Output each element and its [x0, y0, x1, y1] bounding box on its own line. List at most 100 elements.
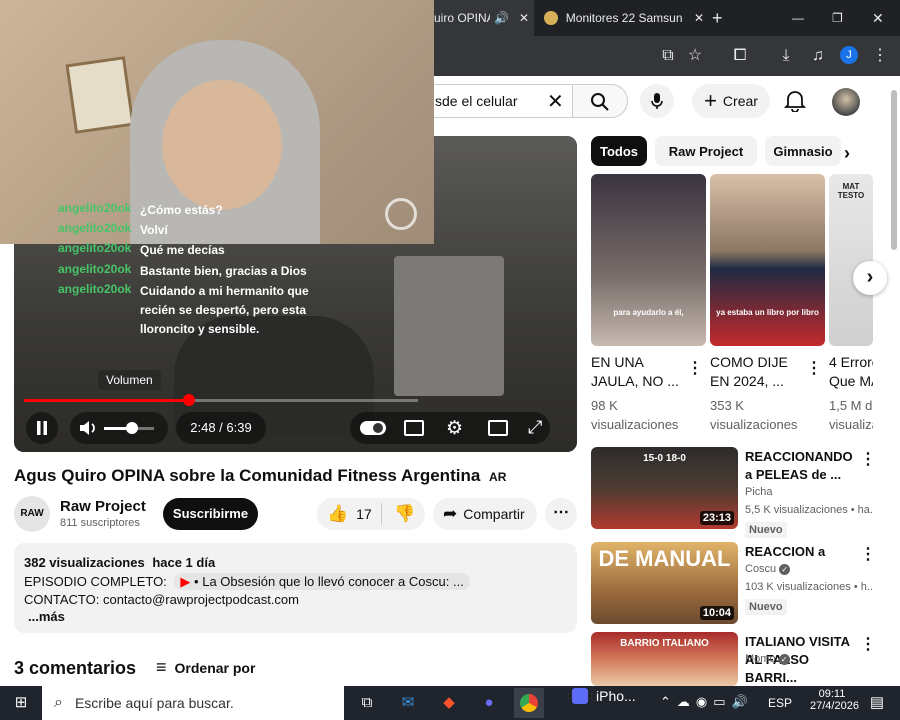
chat-text: Volví [140, 223, 168, 237]
chip-todos[interactable]: Todos [591, 136, 647, 166]
create-button[interactable]: + Crear [692, 84, 770, 118]
short-thumbnail[interactable]: ya estaba un libro por libro [710, 174, 825, 346]
episode-link[interactable]: ▶ • La Obsesión que lo llevó conocer a C… [174, 573, 470, 590]
video-channel[interactable]: Coscu ✓ [745, 563, 791, 575]
volume-knob[interactable] [125, 422, 138, 434]
subscribe-button[interactable]: Suscribirme [163, 498, 258, 530]
like-button[interactable]: 👍 17 [317, 504, 381, 524]
pause-button[interactable] [26, 412, 58, 444]
maximize-button[interactable]: ❐ [832, 0, 843, 36]
tab-close-icon[interactable]: ✕ [694, 11, 704, 25]
chips-next-arrow-icon[interactable]: › [844, 143, 850, 164]
chip-gimnasio[interactable]: Gimnasio [765, 136, 841, 166]
video-title[interactable]: REACCION a [745, 543, 855, 561]
bookmark-star-icon[interactable]: ☆ [683, 44, 707, 68]
short-thumbnail[interactable]: para ayudarlo a él, [591, 174, 706, 346]
share-button[interactable]: ➦ Compartir [433, 498, 537, 530]
minimize-button[interactable]: — [792, 0, 804, 36]
chrome-menu-icon[interactable]: ⋮ [868, 44, 892, 68]
subtitles-icon[interactable] [404, 420, 424, 436]
tab-title: Monitores 22 Samsun [565, 11, 683, 25]
short-menu-icon[interactable]: ⋮ [687, 358, 703, 378]
fullscreen-icon[interactable]: ⤢ [528, 417, 542, 438]
tab-monitores[interactable]: Monitores 22 Samsun ✕ [544, 0, 704, 36]
comments-count: 3 comentarios [14, 658, 137, 678]
video-title: Agus Quiro OPINA sobre la Comunidad Fitn… [14, 466, 507, 485]
video-menu-icon[interactable]: ⋮ [860, 449, 876, 469]
user-avatar[interactable] [832, 88, 860, 116]
shorts-next-button[interactable]: › [853, 261, 887, 295]
short-caption: MAT TESTO [837, 182, 865, 200]
short-caption: ya estaba un libro por libro [716, 308, 819, 317]
show-more-link[interactable]: ...más [28, 609, 65, 624]
progress-bar[interactable] [24, 399, 418, 402]
miniplayer-icon[interactable] [488, 420, 508, 436]
dislike-button[interactable]: 👎 [382, 504, 415, 524]
discord-icon[interactable]: ● [474, 688, 504, 718]
video-menu-icon[interactable]: ⋮ [860, 544, 876, 564]
video-menu-icon[interactable]: ⋮ [860, 634, 876, 654]
short-views: 98 K [591, 398, 618, 413]
video-meta: 5,5 K visualizaciones • ha... [745, 504, 873, 516]
system-tray-icons[interactable]: ⌃☁◉▭🔊 [660, 694, 754, 710]
taskbar-search[interactable]: ⌕ Escribe aquí para buscar. [42, 686, 344, 720]
tab-title: uiro OPINA [434, 11, 490, 25]
autoplay-toggle[interactable] [360, 421, 386, 435]
volume-control[interactable] [70, 412, 168, 444]
short-info[interactable]: COMO DIJE EN 2024, ... 353 Kvisualizacione… [710, 353, 800, 434]
chat-username: angelito20ok [58, 262, 132, 276]
tab-close-icon[interactable]: ✕ [519, 11, 529, 25]
iphone-app-taskbar[interactable]: iPho... [572, 688, 636, 704]
description-box[interactable]: 382 visualizaciones hace 1 día EPISODIO … [14, 543, 577, 633]
chrome-taskbar-icon[interactable] [514, 688, 544, 718]
short-info[interactable]: EN UNA JAULA, NO ... 98 Kvisualizaciones [591, 353, 681, 434]
new-badge: Nuevo [745, 522, 787, 538]
profile-avatar[interactable]: J [840, 46, 858, 64]
short-menu-icon[interactable]: ⋮ [806, 358, 822, 378]
brave-icon[interactable]: ◆ [434, 688, 464, 718]
short-info[interactable]: 4 ErroreQue MA1,5 M devisualiza [829, 353, 873, 434]
notifications-bell-icon[interactable] [783, 88, 808, 114]
video-channel[interactable]: Momo ✓ [745, 653, 790, 665]
video-channel[interactable]: Picha [745, 486, 773, 498]
media-control-icon[interactable]: ♫ [806, 44, 830, 68]
video-title[interactable]: REACCIONANDO a PELEAS de ... [745, 448, 855, 484]
search-icon: ⌕ [54, 694, 63, 711]
channel-name[interactable]: Raw Project [60, 498, 146, 515]
speaker-icon[interactable]: 🔊 [494, 11, 509, 25]
voice-search-button[interactable] [640, 84, 674, 118]
close-window-button[interactable]: ✕ [872, 0, 884, 36]
video-thumbnail[interactable]: BARRIO ITALIANO [591, 632, 738, 686]
clear-search-icon[interactable]: ✕ [547, 89, 564, 114]
short-thumbnail[interactable]: MAT TESTO [829, 174, 873, 346]
chip-raw-project[interactable]: Raw Project [655, 136, 757, 166]
clock[interactable]: 09:11 27/4/2026 [810, 688, 859, 712]
video-thumbnail[interactable]: 15-0 18-0 23:13 [591, 447, 738, 529]
filter-chips: Todos Raw Project Gimnasio [591, 136, 841, 166]
channel-avatar[interactable]: RAW [14, 496, 50, 532]
video-thumbnail[interactable]: DE MANUAL 10:04 [591, 542, 738, 624]
extensions-icon[interactable]: ⧠ [728, 44, 752, 68]
description-contact: CONTACTO: contacto@rawprojectpodcast.com [24, 592, 299, 607]
new-tab-button[interactable]: + [712, 0, 723, 36]
more-actions-button[interactable]: ⋯ [545, 498, 577, 530]
search-input[interactable]: sde el celular [435, 93, 518, 109]
notification-center-icon[interactable]: ▤ [862, 688, 892, 718]
search-button[interactable] [572, 84, 628, 118]
short-title: 4 Errore [829, 354, 873, 370]
tab-active[interactable]: uiro OPINA 🔊 ✕ [434, 0, 534, 36]
video-duration: 23:13 [699, 511, 734, 525]
outlook-icon[interactable]: ✉ [393, 688, 423, 718]
sort-comments-button[interactable]: ≡ Ordenar por [156, 657, 255, 678]
cast-icon[interactable]: ⧉ [656, 44, 680, 68]
windows-start-icon[interactable]: ⊞ [6, 688, 36, 718]
chat-text: Bastante bien, gracias a Dios [140, 264, 307, 278]
download-icon[interactable]: ⤓ [774, 44, 798, 68]
chat-message: angelito20ok ¿Cómo estás? [58, 201, 320, 220]
view-count: 382 visualizaciones [24, 555, 145, 570]
page-scrollbar[interactable] [891, 90, 897, 250]
task-view-icon[interactable]: ⧉ [352, 688, 382, 718]
language-indicator[interactable]: ESP [768, 696, 792, 710]
settings-gear-icon[interactable]: ⚙ [446, 417, 463, 440]
tab-favicon-icon [544, 11, 558, 25]
